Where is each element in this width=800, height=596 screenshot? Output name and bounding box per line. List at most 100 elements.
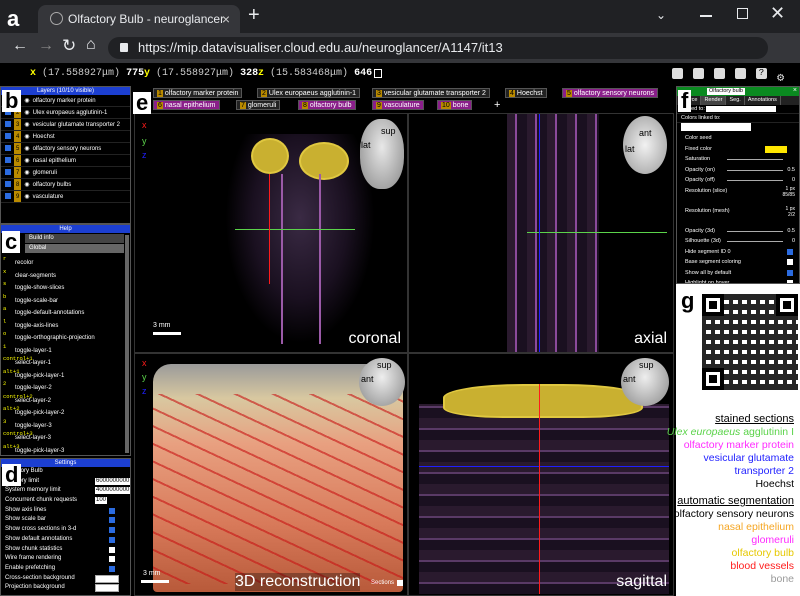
braces-icon[interactable] [735, 68, 746, 79]
tab-build-info[interactable]: Build info [25, 234, 124, 243]
seg-row[interactable]: Saturation [677, 154, 799, 165]
layer-row[interactable]: 5 ◉ olfactory sensory neurons [1, 143, 130, 155]
new-tab-icon[interactable]: + [248, 4, 260, 27]
settings-row[interactable]: Wire frame rendering [1, 554, 130, 564]
fixed-color-swatch[interactable] [765, 145, 787, 153]
seg-row[interactable]: Opacity (off) 0 [677, 175, 799, 186]
seg-checkbox[interactable] [787, 248, 793, 255]
layer-tab[interactable]: 3 vesicular glutamate transporter 2 [372, 88, 490, 98]
seg-checkbox[interactable] [787, 269, 793, 276]
eye-icon[interactable]: ◉ [24, 158, 29, 164]
eye-icon[interactable]: ◉ [24, 146, 29, 152]
seg-panel-name[interactable]: Olfactory bulb [707, 88, 745, 95]
layer-tab[interactable]: 9 vasculature [372, 100, 424, 110]
add-layer-button[interactable]: + [494, 99, 500, 111]
browser-tab[interactable]: Olfactory Bulb - neuroglancer × [38, 5, 240, 33]
settings-row[interactable]: Projection background [1, 583, 130, 593]
layer-tab[interactable]: 6 nasal epithelium [153, 100, 220, 110]
layer-row[interactable]: 3 ◉ vesicular glutamate transporter 2 [1, 119, 130, 131]
close-tab-icon[interactable]: × [222, 5, 230, 33]
layers-icon[interactable] [672, 68, 683, 79]
settings-checkbox[interactable] [109, 527, 115, 534]
layer-tab[interactable]: 1 olfactory marker protein [153, 88, 243, 98]
settings-row[interactable]: Cross-section background [1, 574, 130, 584]
layer-visible-checkbox[interactable] [5, 181, 11, 188]
layer-tab[interactable]: 10 bone [437, 100, 473, 110]
layer-visible-checkbox[interactable] [5, 193, 11, 200]
layer-row[interactable]: 7 ◉ glomeruli [1, 167, 130, 179]
forward-icon[interactable]: → [38, 37, 54, 55]
help-icon[interactable]: ? [756, 68, 767, 79]
seg-row[interactable]: Show all by default [677, 268, 799, 279]
settings-row[interactable]: Show axis lines [1, 506, 130, 516]
back-icon[interactable]: ← [12, 37, 28, 55]
layer-tab[interactable]: 4 Hoechst [505, 88, 547, 98]
eye-icon[interactable]: ◉ [24, 182, 29, 188]
eye-icon[interactable]: ◉ [24, 170, 29, 176]
layer-tab[interactable]: 7 glomeruli [236, 100, 281, 110]
settings-checkbox[interactable] [109, 517, 115, 524]
layer-tab[interactable]: 8 olfactory bulb [298, 100, 356, 110]
layer-visible-checkbox[interactable] [5, 169, 11, 176]
layer-row[interactable]: 9 ◉ vasculature [1, 191, 130, 203]
recon-3d-view[interactable]: sup ant x y z 3 mm 3D reconstruction Sec… [134, 353, 408, 596]
copy-icon[interactable] [374, 69, 382, 78]
minimize-icon[interactable] [700, 15, 712, 17]
settings-row[interactable]: Show chunk statistics [1, 545, 130, 555]
coord-z[interactable]: z (15.583468μm) 646 [258, 63, 372, 85]
settings-row[interactable]: Show scale bar [1, 515, 130, 525]
tab-dropdown-icon[interactable]: ⌄ [656, 8, 666, 22]
seg-slider[interactable] [727, 241, 783, 242]
colors-linked-select[interactable] [681, 123, 751, 131]
settings-value[interactable]: 6000000000 [95, 477, 130, 485]
seg-slider[interactable] [727, 230, 783, 232]
help-scrollbar[interactable] [125, 235, 129, 453]
eye-icon[interactable]: ◉ [24, 110, 29, 116]
coronal-view[interactable]: sup lat 3 mm x y z coronal [134, 113, 408, 353]
settings-row[interactable]: Concurrent chunk requests 100 [1, 496, 130, 506]
eye-icon[interactable]: ◉ [24, 134, 29, 140]
settings-row[interactable]: Enable prefetching [1, 564, 130, 574]
coord-y[interactable]: y (17.558927μm) 328 [144, 63, 258, 85]
settings-checkbox[interactable] [109, 546, 115, 553]
seg-row[interactable]: Opacity (3d) 0.5 [677, 226, 799, 237]
settings-value[interactable]: 4000000000 [95, 487, 130, 495]
seg-row[interactable]: Color seed [677, 133, 799, 144]
layer-visible-checkbox[interactable] [5, 133, 11, 140]
layer-row[interactable]: 6 ◉ nasal epithelium [1, 155, 130, 167]
sections-checkbox[interactable] [397, 580, 403, 586]
eye-icon[interactable]: ◉ [24, 98, 29, 104]
settings-color-swatch[interactable] [95, 574, 119, 583]
seg-row[interactable]: Hide segment ID 0 [677, 247, 799, 258]
sliders-icon[interactable] [714, 68, 725, 79]
settings-checkbox[interactable] [109, 556, 115, 563]
eye-icon[interactable]: ◉ [24, 194, 29, 200]
seg-row[interactable]: Silhouette (3d) 0 [677, 236, 799, 247]
home-icon[interactable]: ⌂ [86, 36, 96, 54]
reload-icon[interactable]: ↻ [62, 36, 76, 56]
axial-view[interactable]: ant lat axial [408, 113, 674, 353]
seg-slider[interactable] [727, 159, 783, 160]
settings-row[interactable]: System memory limit 4000000000 [1, 486, 130, 496]
close-window-icon[interactable]: ✕ [770, 3, 785, 24]
seg-row[interactable]: Resolution (mesh) 1 px 2/2 [677, 206, 799, 226]
settings-checkbox[interactable] [109, 536, 115, 543]
settings-color-swatch[interactable] [95, 584, 119, 593]
seg-row[interactable]: Base segment coloring [677, 257, 799, 268]
seg-row[interactable]: Resolution (slice) 1 px 85/85 [677, 186, 799, 206]
layer-visible-checkbox[interactable] [5, 157, 11, 164]
maximize-icon[interactable] [737, 8, 748, 19]
settings-value[interactable]: 100 [95, 497, 108, 505]
settings-checkbox[interactable] [109, 507, 115, 514]
grid-layout-icon[interactable] [693, 68, 704, 79]
sections-checkbox-label[interactable]: Sections [371, 580, 394, 586]
eye-icon[interactable]: ◉ [24, 122, 29, 128]
seg-row[interactable]: Fixed color [677, 144, 799, 155]
settings-row[interactable]: Show cross sections in 3-d [1, 525, 130, 535]
settings-checkbox[interactable] [109, 565, 115, 572]
close-seg-icon[interactable]: × [793, 87, 797, 94]
url-field[interactable]: https://mip.datavisualiser.cloud.edu.au/… [108, 37, 768, 59]
seg-checkbox[interactable] [787, 259, 793, 265]
seg-slider[interactable] [727, 169, 783, 171]
layer-row[interactable]: 8 ◉ olfactory bulbs [1, 179, 130, 191]
